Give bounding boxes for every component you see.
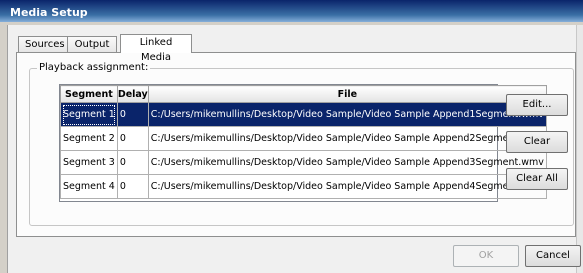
playback-assignment-label: Playback assignment: (37, 62, 151, 73)
window-title: Media Setup (10, 6, 88, 19)
edit-button[interactable]: Edit... (506, 94, 568, 116)
column-header-segment[interactable]: Segment (60, 85, 118, 103)
file-cell[interactable]: C:/Users/mikemullins/Desktop/Video Sampl… (147, 126, 547, 151)
table-row[interactable]: Segment 1 0 C:/Users/mikemullins/Desktop… (60, 102, 547, 127)
delay-cell[interactable]: 0 (116, 174, 149, 199)
segment-cell[interactable]: Segment 3 (60, 150, 118, 175)
file-cell[interactable]: C:/Users/mikemullins/Desktop/Video Sampl… (147, 102, 547, 127)
column-header-file[interactable]: File (147, 85, 547, 103)
file-cell[interactable]: C:/Users/mikemullins/Desktop/Video Sampl… (147, 150, 547, 175)
table-row[interactable]: Segment 2 0 C:/Users/mikemullins/Desktop… (60, 126, 547, 151)
column-header-delay[interactable]: Delay (116, 85, 149, 103)
segment-cell[interactable]: Segment 4 (60, 174, 118, 199)
delay-cell[interactable]: 0 (116, 102, 149, 127)
file-cell[interactable]: C:/Users/mikemullins/Desktop/Video Sampl… (147, 174, 547, 199)
segment-cell[interactable]: Segment 2 (60, 126, 118, 151)
tab-sources[interactable]: Sources (18, 36, 68, 52)
clear-all-button[interactable]: Clear All (506, 168, 568, 190)
delay-cell[interactable]: 0 (116, 126, 149, 151)
tab-linked-media[interactable]: Linked Media (120, 34, 192, 63)
ok-button[interactable]: OK (453, 245, 519, 267)
cancel-button[interactable]: Cancel (525, 245, 581, 267)
grid-header-row: Segment Delay File (60, 85, 547, 103)
title-bar-divider (0, 22, 583, 25)
clear-button[interactable]: Clear (506, 131, 568, 153)
right-window-edge (576, 25, 583, 273)
table-row[interactable]: Segment 4 0 C:/Users/mikemullins/Desktop… (60, 174, 547, 199)
table-row[interactable]: Segment 3 0 C:/Users/mikemullins/Desktop… (60, 150, 547, 175)
title-bar[interactable]: Media Setup (0, 0, 583, 25)
playback-grid[interactable]: Segment Delay File Segment 1 0 C:/Users/… (59, 84, 547, 202)
segment-cell[interactable]: Segment 1 (60, 102, 118, 127)
left-window-edge (0, 25, 8, 273)
delay-cell[interactable]: 0 (116, 150, 149, 175)
tab-output[interactable]: Output (67, 36, 117, 52)
